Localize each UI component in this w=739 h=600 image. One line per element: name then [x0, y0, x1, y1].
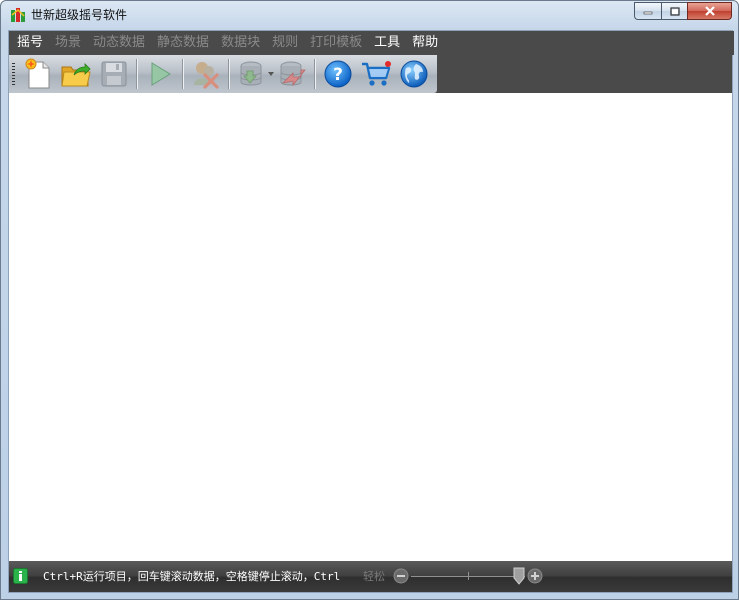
- open-button[interactable]: [59, 57, 93, 91]
- maximize-icon: [669, 6, 680, 16]
- close-icon: [704, 6, 715, 16]
- menu-item-lottery[interactable]: 摇号: [11, 31, 49, 55]
- toolbar: ?: [9, 55, 437, 93]
- delete-data-icon: [194, 62, 219, 89]
- open-folder-icon: [61, 63, 91, 87]
- info-icon: [13, 568, 28, 584]
- minimize-button[interactable]: [634, 2, 661, 20]
- help-icon: ?: [324, 60, 352, 88]
- menu-bar: 摇号 场景 动态数据 静态数据 数据块 规则 打印模板 工具 帮助: [9, 31, 734, 55]
- import-data-icon: [240, 61, 262, 86]
- svg-text:?: ?: [333, 65, 343, 85]
- toolbar-separator: [136, 59, 138, 89]
- toolbar-strip: ?: [9, 55, 732, 93]
- purchase-button[interactable]: [359, 57, 393, 91]
- menu-item-static-data[interactable]: 静态数据: [151, 31, 215, 55]
- status-bar: Ctrl+R运行项目，回车键滚动数据，空格键停止滚动，Ctrl 轻松: [9, 561, 732, 592]
- import-data-button[interactable]: [235, 57, 269, 91]
- dropdown-arrow-icon: [268, 72, 274, 76]
- toolbar-separator: [228, 59, 230, 89]
- new-button[interactable]: [21, 57, 55, 91]
- app-logo-icon: [11, 8, 25, 22]
- zoom-out-icon[interactable]: [393, 568, 409, 584]
- menu-item-data-block[interactable]: 数据块: [215, 31, 266, 55]
- menu-item-rules[interactable]: 规则: [266, 31, 304, 55]
- app-window: 世新超级摇号软件 摇号 场景 动态数据 静态数据 数据块 规则 打印模板 工具 …: [0, 0, 739, 600]
- save-button[interactable]: [97, 57, 131, 91]
- toolbar-separator: [314, 59, 316, 89]
- window-title: 世新超级摇号软件: [31, 8, 128, 22]
- title-bar[interactable]: 世新超级摇号软件: [1, 1, 738, 29]
- menu-item-tools[interactable]: 工具: [368, 31, 406, 55]
- zoom-slider-thumb[interactable]: [513, 567, 525, 585]
- play-icon: [151, 62, 171, 86]
- export-data-button[interactable]: [275, 57, 309, 91]
- close-button[interactable]: [687, 2, 732, 20]
- zoom-slider-tick: [468, 572, 469, 580]
- menu-item-dynamic-data[interactable]: 动态数据: [87, 31, 151, 55]
- window-controls: [634, 2, 732, 21]
- client-area: 摇号 场景 动态数据 静态数据 数据块 规则 打印模板 工具 帮助 ? Ctrl…: [8, 30, 734, 593]
- menu-item-print-template[interactable]: 打印模板: [304, 31, 368, 55]
- export-data-icon: [280, 61, 306, 87]
- main-content-area[interactable]: [9, 93, 732, 561]
- toolbar-separator: [182, 59, 184, 89]
- import-dropdown[interactable]: [268, 57, 274, 91]
- clear-data-button[interactable]: [189, 57, 223, 91]
- zoom-in-icon[interactable]: [527, 568, 543, 584]
- menu-item-scene[interactable]: 场景: [49, 31, 87, 55]
- toolbar-grip[interactable]: [12, 63, 15, 85]
- maximize-button[interactable]: [661, 2, 687, 20]
- status-faded-text: 轻松: [363, 570, 385, 583]
- website-button[interactable]: [397, 57, 431, 91]
- save-icon: [101, 61, 127, 87]
- minimize-icon: [643, 11, 653, 15]
- new-file-icon: [25, 58, 50, 89]
- help-button[interactable]: ?: [321, 57, 355, 91]
- run-button[interactable]: [143, 57, 177, 91]
- status-hint-text: Ctrl+R运行项目，回车键滚动数据，空格键停止滚动，Ctrl: [43, 570, 341, 583]
- menu-item-help[interactable]: 帮助: [406, 31, 444, 55]
- cart-icon: [362, 61, 391, 86]
- globe-icon: [400, 60, 428, 88]
